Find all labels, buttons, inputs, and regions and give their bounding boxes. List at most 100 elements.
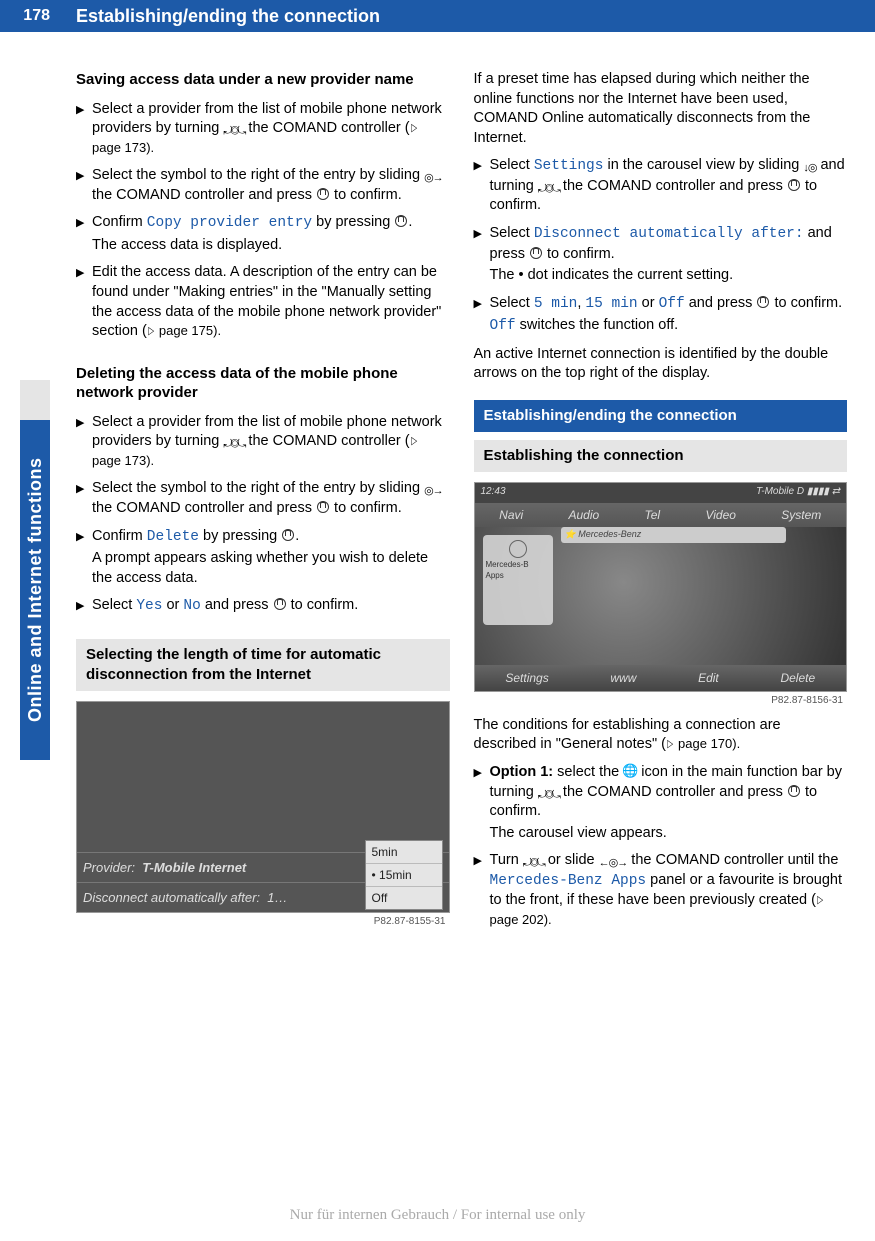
text: Select — [490, 225, 534, 241]
press-icon — [273, 597, 287, 611]
result-text: A prompt appears asking whether you wish… — [92, 549, 450, 588]
option-1-label: Option 1: — [490, 764, 554, 780]
active-connection-text: An active Internet connection is identif… — [474, 345, 848, 384]
ss-option-5min[interactable]: 5min — [366, 841, 442, 864]
code-mb-apps: Mercedes-Benz Apps — [490, 873, 647, 889]
text: by pressing — [312, 214, 394, 230]
text: the COMAND controller and press — [559, 178, 787, 194]
ss-disconnect-value: 1… — [267, 889, 287, 907]
text: switches the function off. — [516, 317, 679, 333]
step-body: Edit the access data. A description of t… — [92, 263, 450, 341]
left-column: Saving access data under a new provider … — [76, 70, 450, 939]
text: to confirm. — [330, 500, 402, 516]
step-marker: ▶ — [76, 479, 92, 518]
text: to confirm. — [543, 246, 615, 262]
step-marker: ▶ — [474, 851, 490, 930]
step-marker: ▶ — [76, 100, 92, 159]
step: ▶ Select the symbol to the right of the … — [76, 479, 450, 518]
ss-btn-settings[interactable]: Settings — [505, 670, 548, 686]
section-auto-disconnect: Selecting the length of time for automat… — [76, 639, 450, 692]
subsection-establishing: Establishing the connection — [474, 440, 848, 472]
slide-lr-icon — [599, 853, 628, 867]
text: or — [638, 295, 659, 311]
press-icon — [529, 246, 543, 260]
side-tab-stub — [20, 380, 50, 420]
ss-menu-system[interactable]: System — [781, 507, 821, 523]
step-marker: ▶ — [76, 527, 92, 589]
page-ref: page 202). — [490, 912, 552, 927]
turn-knob-icon — [523, 853, 544, 867]
ss-menu-navi[interactable]: Navi — [499, 507, 523, 523]
step-marker: ▶ — [474, 224, 490, 286]
text: Confirm — [92, 528, 147, 544]
ss-option-off[interactable]: Off — [366, 887, 442, 909]
ss-address-bar[interactable]: ⭐ Mercedes-Benz — [561, 527, 787, 543]
page-ref: page 173). — [92, 140, 154, 155]
text: to confirm. — [330, 187, 402, 203]
page-ref: page 170). — [674, 736, 740, 751]
globe-icon — [623, 764, 637, 778]
code-yes: Yes — [136, 598, 162, 614]
text: the COMAND controller ( — [244, 433, 409, 449]
text: in the carousel view by sliding — [603, 157, 803, 173]
code-copy-provider: Copy provider entry — [147, 215, 312, 231]
slide-down-icon — [803, 158, 816, 172]
step-body: Select Yes or No and press to confirm. — [92, 596, 450, 617]
text: the COMAND controller and press — [92, 187, 316, 203]
step: ▶ Select the symbol to the right of the … — [76, 166, 450, 205]
triangle-icon: ▷ — [667, 737, 673, 752]
text: by pressing — [199, 528, 281, 544]
ss-provider-label: Provider: — [83, 859, 135, 877]
result-text: The • dot indicates the current setting. — [490, 266, 848, 286]
mercedes-logo-icon — [509, 540, 527, 558]
step: ▶ Select Settings in the carousel view b… — [474, 156, 848, 216]
ss-menu-tel[interactable]: Tel — [645, 507, 661, 523]
ss-menu-video[interactable]: Video — [705, 507, 735, 523]
step-marker: ▶ — [76, 213, 92, 255]
step-body: Select the symbol to the right of the en… — [92, 166, 450, 205]
text: select the — [553, 764, 623, 780]
step-body: Select a provider from the list of mobil… — [92, 413, 450, 472]
text: to confirm. — [287, 597, 359, 613]
press-icon — [316, 187, 330, 201]
text: . — [408, 214, 412, 230]
step: ▶ Turn or slide the COMAND controller un… — [474, 851, 848, 930]
ss-option-15min[interactable]: 15min — [366, 864, 442, 887]
page-number: 178 — [0, 5, 60, 27]
text: to confirm. — [770, 295, 842, 311]
ss-btn-delete[interactable]: Delete — [780, 670, 815, 686]
ss-btn-edit[interactable]: Edit — [698, 670, 719, 686]
heading-save-access: Saving access data under a new provider … — [76, 70, 450, 90]
triangle-icon: ▷ — [817, 893, 823, 908]
press-icon — [756, 295, 770, 309]
press-icon — [394, 214, 408, 228]
footer-watermark: Nur für internen Gebrauch / For internal… — [0, 1205, 875, 1225]
ss-menu-audio[interactable]: Audio — [569, 507, 600, 523]
step-body: Select a provider from the list of mobil… — [92, 100, 450, 159]
ss-apps-panel[interactable]: Mercedes-B Apps — [483, 535, 553, 625]
ss-btn-www[interactable]: www — [610, 670, 636, 686]
step: ▶ Edit the access data. A description of… — [76, 263, 450, 341]
step-body: Confirm Copy provider entry by pressing … — [92, 213, 450, 255]
step-body: Select the symbol to the right of the en… — [92, 479, 450, 518]
step: ▶ Confirm Copy provider entry by pressin… — [76, 213, 450, 255]
step: ▶ Select a provider from the list of mob… — [76, 100, 450, 159]
screenshot-caption: P82.87-8155-31 — [76, 913, 450, 931]
page-ref: page 173). — [92, 453, 154, 468]
triangle-icon: ▷ — [411, 434, 417, 449]
text: the COMAND controller until the — [627, 852, 838, 868]
ss-dropdown-menu[interactable]: 5min 15min Off — [365, 840, 443, 911]
code-settings: Settings — [534, 158, 604, 174]
step-body: Select Settings in the carousel view by … — [490, 156, 848, 216]
intro-text: If a preset time has elapsed during whic… — [474, 70, 848, 148]
result-text: Off switches the function off. — [490, 316, 848, 337]
code-off2: Off — [490, 318, 516, 334]
press-icon — [316, 500, 330, 514]
result-text: The access data is displayed. — [92, 236, 450, 256]
step-marker: ▶ — [474, 156, 490, 216]
turn-knob-icon — [538, 785, 559, 799]
result-text: The carousel view appears. — [490, 824, 848, 844]
step-marker: ▶ — [76, 263, 92, 341]
text: Select — [490, 295, 534, 311]
slide-right-icon — [424, 481, 443, 495]
